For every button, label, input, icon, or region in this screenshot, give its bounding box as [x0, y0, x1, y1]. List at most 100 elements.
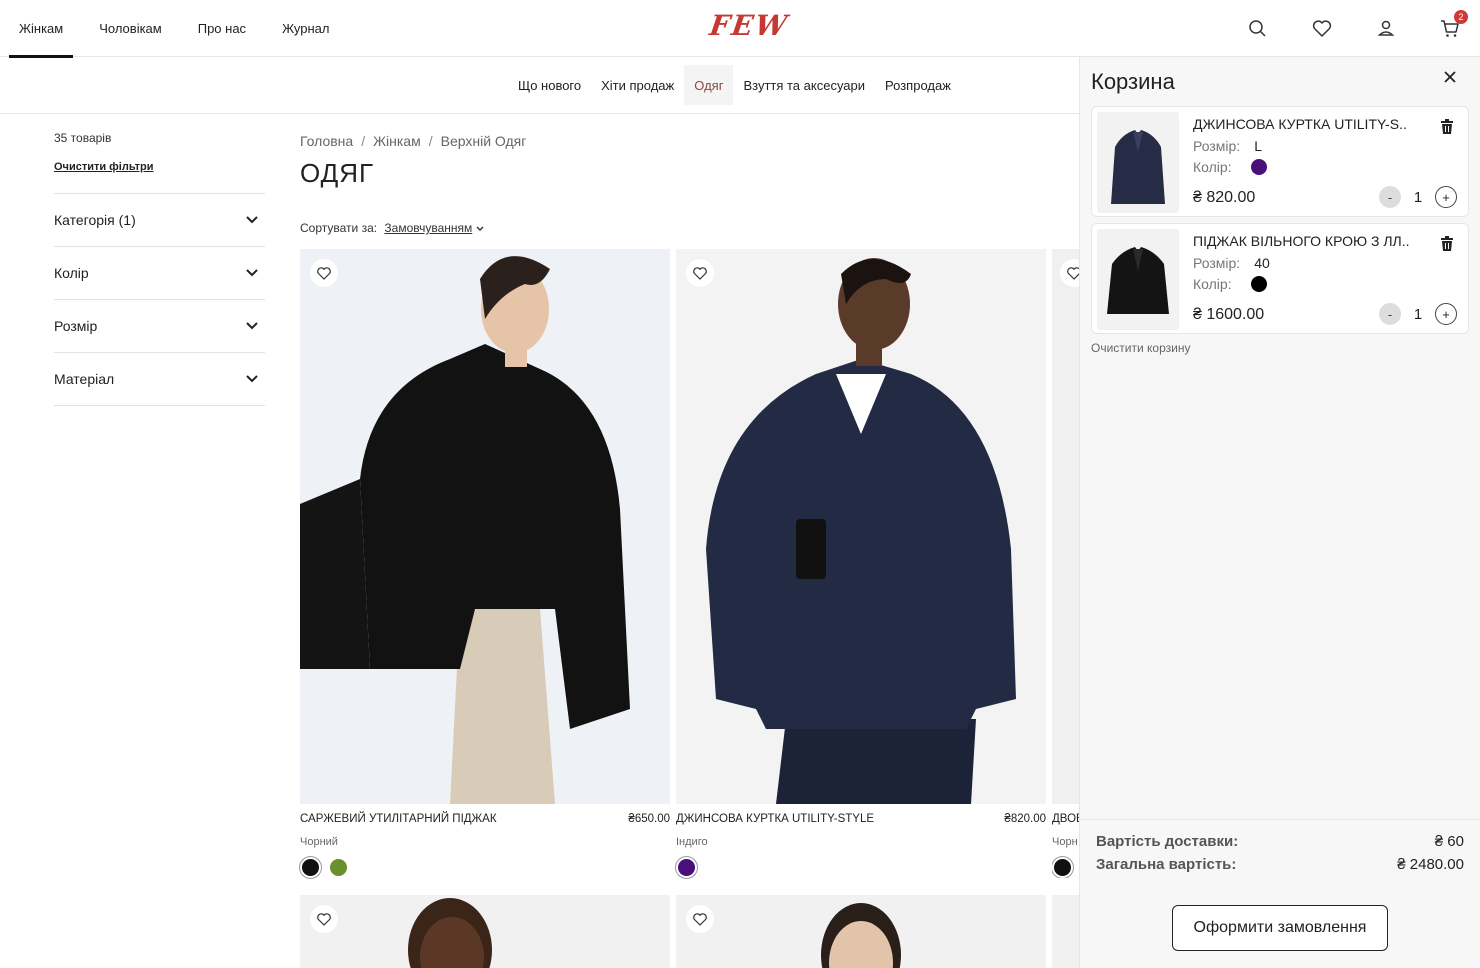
product-card[interactable]: [676, 895, 1046, 968]
product-photo: [300, 249, 670, 804]
delivery-label: Вартість доставки:: [1096, 833, 1239, 850]
product-card[interactable]: САРЖЕВИЙ УТИЛІТАРНИЙ ПІДЖАК ₴650.00 Чорн…: [300, 249, 670, 878]
filters-sidebar: 35 товарів Очистити фільтри Категорія (1…: [54, 131, 265, 406]
subnav-clothing[interactable]: Одяг: [684, 65, 734, 105]
clear-filters-link[interactable]: Очистити фільтри: [54, 161, 265, 173]
trash-icon[interactable]: [1440, 119, 1454, 135]
color-swatches: [300, 857, 670, 878]
chevron-down-icon[interactable]: [476, 226, 484, 232]
size-value: 40: [1254, 255, 1270, 271]
product-image[interactable]: [1052, 249, 1079, 804]
product-count: 35 товарів: [54, 131, 112, 145]
heart-icon: [317, 913, 331, 926]
cart-item-name[interactable]: ДЖИНСОВА КУРТКА UTILITY-S..: [1193, 116, 1423, 132]
cart-count-badge: 2: [1454, 10, 1468, 24]
product-card[interactable]: [1052, 895, 1079, 968]
breadcrumb-separator: /: [428, 133, 433, 149]
clear-cart-link[interactable]: Очистити корзину: [1091, 341, 1190, 355]
chevron-down-icon: [246, 322, 258, 330]
total-cost: Загальна вартість: ₴ 2480.00: [1096, 856, 1464, 873]
logo[interactable]: FEW: [708, 9, 791, 42]
cart-item-image[interactable]: [1097, 112, 1179, 213]
chevron-down-icon: [246, 269, 258, 277]
nav-journal[interactable]: Журнал: [272, 0, 339, 57]
product-image[interactable]: [300, 249, 670, 804]
color-label: Колір:: [1193, 159, 1232, 175]
heart-icon[interactable]: [1310, 16, 1334, 40]
color-swatch[interactable]: [300, 857, 321, 878]
product-card[interactable]: [300, 895, 670, 968]
product-meta: ДВОБ: [1052, 813, 1079, 825]
close-icon[interactable]: [1442, 69, 1458, 85]
color-dot: [1250, 159, 1267, 175]
wishlist-button[interactable]: [686, 259, 714, 287]
breadcrumb-women[interactable]: Жінкам: [373, 133, 421, 149]
product-color: Чорний: [300, 836, 338, 848]
cart-item-image[interactable]: [1097, 229, 1179, 330]
color-dot: [1250, 276, 1267, 292]
filter-list: Категорія (1) Колір Розмір Матеріал: [54, 193, 265, 406]
breadcrumb-home[interactable]: Головна: [300, 133, 353, 149]
cart-item-size: Розмір: L: [1193, 138, 1262, 154]
product-color: Чорн: [1052, 836, 1078, 848]
heart-icon: [693, 267, 707, 280]
nav-about[interactable]: Про нас: [188, 0, 256, 57]
nav-men[interactable]: Чоловікам: [89, 0, 172, 57]
product-price: ₴650.00: [628, 813, 670, 825]
color-swatch[interactable]: [676, 857, 697, 878]
filter-label: Розмір: [54, 318, 98, 334]
cart-item: ПІДЖАК ВІЛЬНОГО КРОЮ З ЛЛ.. Розмір: 40 К…: [1091, 223, 1469, 334]
wishlist-button[interactable]: [686, 905, 714, 933]
filter-material[interactable]: Матеріал: [54, 353, 265, 406]
color-swatches: [1052, 857, 1079, 878]
cart-title: Корзина: [1091, 69, 1175, 94]
increase-qty-button[interactable]: +: [1435, 303, 1457, 325]
cart-icon[interactable]: 2: [1438, 10, 1468, 40]
product-name[interactable]: САРЖЕВИЙ УТИЛІТАРНИЙ ПІДЖАК: [300, 813, 497, 825]
quantity-value: 1: [1413, 188, 1423, 206]
product-card[interactable]: ДВОБ Чорн: [1052, 249, 1079, 878]
chevron-down-icon: [246, 375, 258, 383]
product-name[interactable]: ДЖИНСОВА КУРТКА UTILITY-STYLE: [676, 813, 874, 825]
product-image[interactable]: [676, 249, 1046, 804]
breadcrumb-separator: /: [361, 133, 366, 149]
color-swatches: [676, 857, 1046, 878]
checkout-button[interactable]: Оформити замовлення: [1172, 905, 1388, 951]
product-meta: САРЖЕВИЙ УТИЛІТАРНИЙ ПІДЖАК ₴650.00: [300, 813, 670, 825]
chevron-down-icon: [246, 216, 258, 224]
subnav-bestsellers[interactable]: Хіти продаж: [591, 65, 684, 105]
product-photo: [676, 895, 1046, 968]
cart-item-color: Колір:: [1193, 159, 1267, 175]
color-swatch[interactable]: [1052, 857, 1073, 878]
decrease-qty-button[interactable]: -: [1379, 186, 1401, 208]
header-icons: 2: [1246, 10, 1468, 40]
user-icon[interactable]: [1374, 16, 1398, 40]
filter-color[interactable]: Колір: [54, 247, 265, 300]
filter-label: Категорія (1): [54, 212, 136, 228]
subnav-sale[interactable]: Розпродаж: [875, 65, 961, 105]
color-swatch[interactable]: [328, 857, 349, 878]
increase-qty-button[interactable]: +: [1435, 186, 1457, 208]
subnav-new[interactable]: Що нового: [508, 65, 591, 105]
heart-icon: [1067, 267, 1079, 280]
sort-dropdown[interactable]: Замовчуванням: [384, 221, 472, 235]
wishlist-button[interactable]: [1060, 259, 1079, 287]
filter-category[interactable]: Категорія (1): [54, 194, 265, 247]
decrease-qty-button[interactable]: -: [1379, 303, 1401, 325]
breadcrumb-outerwear[interactable]: Верхній Одяг: [441, 133, 527, 149]
product-photo: [300, 895, 670, 968]
filter-size[interactable]: Розмір: [54, 300, 265, 353]
product-price: ₴820.00: [1004, 813, 1046, 825]
trash-icon[interactable]: [1440, 236, 1454, 252]
cart-item-name[interactable]: ПІДЖАК ВІЛЬНОГО КРОЮ З ЛЛ..: [1193, 233, 1423, 249]
nav-women[interactable]: Жінкам: [9, 0, 74, 58]
product-name[interactable]: ДВОБ: [1052, 813, 1079, 825]
wishlist-button[interactable]: [310, 259, 338, 287]
sort-control: Сортувати за: Замовчуванням: [300, 221, 484, 235]
product-meta: ДЖИНСОВА КУРТКА UTILITY-STYLE ₴820.00: [676, 813, 1046, 825]
product-card[interactable]: ДЖИНСОВА КУРТКА UTILITY-STYLE ₴820.00 Ін…: [676, 249, 1046, 878]
search-icon[interactable]: [1246, 16, 1270, 40]
wishlist-button[interactable]: [310, 905, 338, 933]
total-label: Загальна вартість:: [1096, 856, 1237, 873]
subnav-shoes-accessories[interactable]: Взуття та аксесуари: [733, 65, 875, 105]
